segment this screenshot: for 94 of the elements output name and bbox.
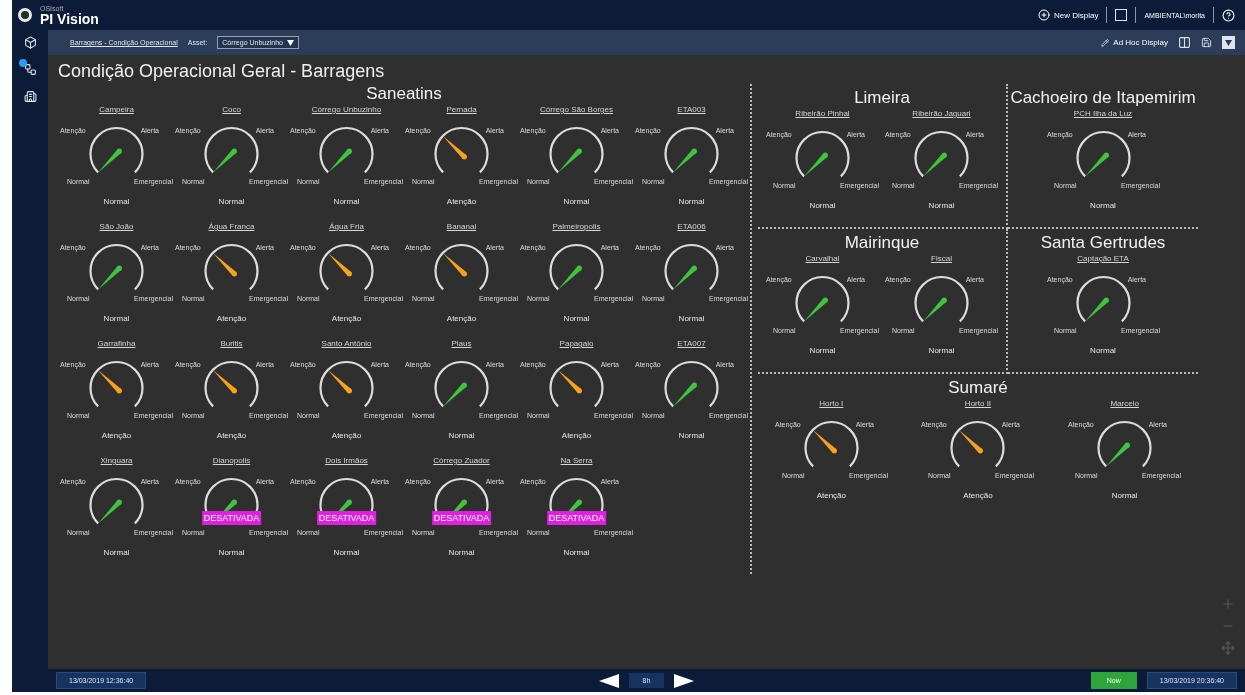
page-title: Condição Operacional Geral - Barragens [58,61,386,82]
gauge-value: Normal [809,200,836,211]
gauge-value: Normal [218,547,245,558]
gauge-title-link[interactable]: Dois Irmãos [325,455,368,467]
gauge-title-link[interactable]: PCH Ilha da Luz [1073,108,1133,120]
gauge-title-link[interactable]: Palmeiropolis [552,221,601,233]
gauge-value: Normal [809,345,836,356]
status-badge: DESATIVADA [431,511,492,525]
gauge-value: Normal [928,200,955,211]
pencil-icon [1101,38,1110,47]
section-title: Cachoeiro de Itapemirim [1010,88,1196,108]
section-title: Sumaré [948,378,1008,398]
logo-icon [18,8,32,22]
save-icon[interactable] [1201,37,1212,48]
gauge-title-link[interactable]: ETA007 [677,338,706,350]
gauge-value: Atenção [101,430,132,441]
gauge-title-link[interactable]: Horto I [819,398,844,410]
gauge-value: Atenção [331,313,362,324]
gauge-title-link[interactable]: Piaus [451,338,472,350]
workflow-icon[interactable] [23,63,37,76]
gauge-value: Atenção [446,196,477,207]
gauge-title-link[interactable]: Horto II [964,398,992,410]
gauge-title-link[interactable]: Carvalhal [805,253,840,265]
new-display-link[interactable]: New Display [1037,9,1099,21]
app-name: PI Vision [40,11,99,26]
gauge-value: Normal [563,196,590,207]
caret-icon [1225,39,1232,46]
section-title: Mairinque [844,233,920,253]
section-title: Saneatins [366,84,442,104]
gauge-value: Normal [103,313,130,324]
ad-hoc-display-link[interactable]: Ad Hoc Display [1101,38,1168,47]
gauge-value: Atenção [216,430,247,441]
gauge-title-link[interactable]: Água Franca [208,221,255,233]
gauge-value: Normal [103,547,130,558]
gauge-value: Atenção [561,430,592,441]
status-badge: DESATIVADA [201,511,262,525]
status-badge: DESATIVADA [316,511,377,525]
gauge-title-link[interactable]: Córrego São Borges [540,104,613,116]
dropdown-button[interactable] [1222,36,1235,49]
gauge-title-link[interactable]: Coco [222,104,241,116]
gauge-title-link[interactable]: Pernada [446,104,477,116]
gauge-value: Normal [563,313,590,324]
gauge-title-link[interactable]: Papagaio [559,338,594,350]
section-title: Santa Gertrudes [1040,233,1166,253]
gauge-title-link[interactable]: Captação ETA [1077,253,1129,265]
plus-icon [1037,9,1050,21]
gauge-title-link[interactable]: Córrego Zuador [433,455,490,467]
gauge-title-link[interactable]: Buritis [220,338,243,350]
status-badge: DESATIVADA [546,511,607,525]
gauge-title-link[interactable]: Campeira [99,104,134,116]
gauge-value: Normal [928,345,955,356]
caret-icon [286,39,294,46]
gauge-title-link[interactable]: Na Serra [560,455,593,467]
gauge-title-link[interactable]: ETA003 [677,104,706,116]
gauge-value: Atenção [963,490,993,501]
gauge-value: Atenção [331,430,362,441]
gauge-title-link[interactable]: Água Fria [329,221,364,233]
gauge-value: Atenção [446,313,477,324]
gauge-value: Normal [678,196,705,207]
previous-arrow-icon[interactable] [598,673,619,688]
section-title: Limeira [854,88,910,108]
gauge-value: Normal [678,430,705,441]
gauge-value: Normal [1090,345,1116,356]
gauge-title-link[interactable]: Ribeirão Pinhal [795,108,850,120]
gauge-value: Normal [1111,490,1138,501]
gauge-value: Normal [1090,200,1116,211]
gauge-title-link[interactable]: Ribeirão Jaguari [912,108,971,120]
building-icon[interactable] [23,90,37,103]
gauge-title-link[interactable]: Fiscal [931,253,952,265]
gauge-title-link[interactable]: Santo Antônio [321,338,372,350]
gauge-value: Normal [218,196,245,207]
gauge-title-link[interactable]: Córrego Unbuzinho [311,104,382,116]
gauge-title-link[interactable]: Dianopolis [212,455,251,467]
next-arrow-icon[interactable] [674,673,695,688]
status-dot [18,59,27,67]
gauge-title-link[interactable]: Bananal [446,221,477,233]
square-icon[interactable] [1115,9,1128,21]
gauge-title-link[interactable]: Xinguara [100,455,133,467]
gauge-value: Normal [563,547,590,558]
gauge-title-link[interactable]: Marcelo [1110,398,1139,410]
help-icon[interactable] [1222,8,1235,22]
gauge-title-link[interactable]: São João [99,221,134,233]
columns-icon[interactable] [1178,36,1191,49]
gauge-value: Normal [103,196,130,207]
gauge-value: Atenção [216,313,247,324]
gauge-value: Normal [678,313,705,324]
gauge-value: Atenção [816,490,846,501]
gauge-value: Normal [333,196,360,207]
gauge-title-link[interactable]: Garrafinha [97,338,136,350]
cube-icon[interactable] [23,36,37,49]
gauge-value: Normal [448,430,475,441]
gauge-title-link[interactable]: ETA006 [677,221,706,233]
gauge-value: Normal [333,547,360,558]
gauge-value: Normal [448,547,475,558]
